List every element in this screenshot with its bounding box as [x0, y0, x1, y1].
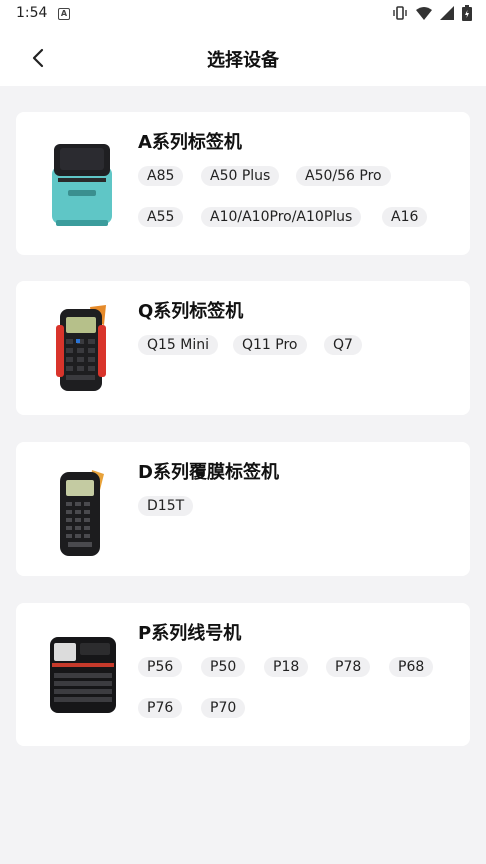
model-tag-a10[interactable]: A10/A10Pro/A10Plus — [201, 207, 362, 227]
status-time: 1:54 — [16, 5, 48, 21]
model-tag-a50-plus[interactable]: A50 Plus — [201, 166, 280, 186]
model-tag-p76[interactable]: P76 — [138, 698, 183, 718]
signal-icon — [440, 6, 454, 20]
series-card-d[interactable]: D系列覆膜标签机 D15T — [16, 442, 470, 576]
model-tag-p18[interactable]: P18 — [264, 657, 309, 677]
app-notification-icon: A — [58, 8, 70, 20]
series-card-p[interactable]: P系列线号机 P56 P50 P18 P78 P68 P76 P70 — [16, 603, 470, 746]
model-tag-q15-mini[interactable]: Q15 Mini — [138, 335, 219, 355]
series-name: P系列线号机 — [138, 623, 242, 644]
battery-icon — [462, 5, 472, 21]
model-tag-p56[interactable]: P56 — [138, 657, 183, 677]
model-tag-a16[interactable]: A16 — [382, 207, 428, 227]
a-series-printer-image — [52, 144, 112, 226]
status-bar: 1:54 A — [0, 0, 486, 28]
q-series-printer-image — [56, 305, 106, 391]
series-card-q[interactable]: Q系列标签机 Q15 Mini Q11 Pro Q7 — [16, 281, 470, 415]
series-name: D系列覆膜标签机 — [138, 462, 279, 483]
model-tag-p78[interactable]: P78 — [326, 657, 371, 677]
p-series-printer-image — [50, 637, 116, 713]
series-name: A系列标签机 — [138, 132, 242, 153]
model-tag-p68[interactable]: P68 — [389, 657, 434, 677]
model-tag-p50[interactable]: P50 — [201, 657, 246, 677]
vibrate-icon — [393, 6, 407, 20]
series-name: Q系列标签机 — [138, 301, 244, 322]
model-tag-a85[interactable]: A85 — [138, 166, 184, 186]
d-series-printer-image — [60, 470, 104, 556]
page-title: 选择设备 — [207, 50, 279, 71]
header: 选择设备 — [0, 28, 486, 86]
wifi-icon — [416, 7, 432, 20]
model-tag-p70[interactable]: P70 — [201, 698, 246, 718]
model-tag-a50-56-pro[interactable]: A50/56 Pro — [296, 166, 391, 186]
model-tag-q11-pro[interactable]: Q11 Pro — [233, 335, 307, 355]
model-tag-a55[interactable]: A55 — [138, 207, 184, 227]
series-card-a[interactable]: A系列标签机 A85 A50 Plus A50/56 Pro A55 A10/A… — [16, 112, 470, 255]
model-tag-d15t[interactable]: D15T — [138, 496, 194, 516]
status-icons — [392, 5, 472, 21]
model-tag-q7[interactable]: Q7 — [324, 335, 362, 355]
